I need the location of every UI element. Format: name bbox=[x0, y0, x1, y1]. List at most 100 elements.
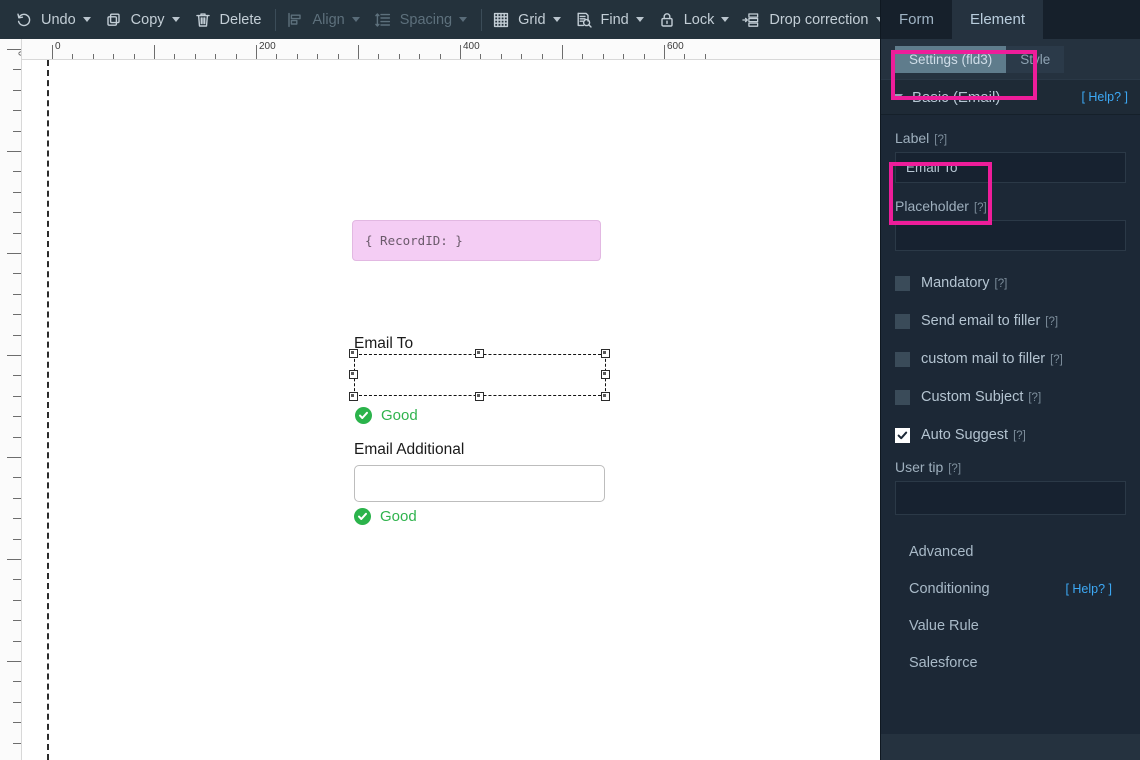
drop-correction-icon bbox=[742, 10, 762, 30]
ruler-tick bbox=[684, 54, 686, 59]
toolbar-button-find[interactable]: Find bbox=[570, 5, 653, 35]
resize-handle-nw[interactable] bbox=[349, 349, 358, 358]
ruler-tick bbox=[13, 314, 21, 316]
ruler-tick bbox=[113, 54, 115, 59]
form-canvas[interactable]: { RecordID: } Email To Good Email Additi… bbox=[22, 60, 880, 760]
toolbar-button-label: Copy bbox=[130, 11, 165, 28]
ruler-tick bbox=[541, 54, 543, 59]
grid-icon bbox=[491, 10, 511, 30]
tab-form-label: Form bbox=[899, 11, 934, 28]
checkbox-unchecked-icon[interactable] bbox=[895, 275, 910, 291]
toolbar-button-grid[interactable]: Grid bbox=[487, 5, 569, 35]
checkbox-row-custom-mail-to-filler[interactable]: custom mail to filler [?] bbox=[895, 345, 1126, 373]
ruler-tick bbox=[378, 54, 380, 59]
help-hint-icon[interactable]: [?] bbox=[1050, 354, 1063, 366]
main-toolbar: Undo Copy Delete Align Spacing Grid Find Lock Dr… bbox=[0, 0, 884, 39]
accordion-label: Advanced bbox=[909, 543, 974, 560]
tab-form[interactable]: Form bbox=[881, 0, 952, 39]
section-title: Basic (Email) bbox=[912, 88, 1001, 106]
help-link-basic[interactable]: [ Help? ] bbox=[1081, 90, 1128, 104]
ruler-tick bbox=[13, 640, 21, 642]
toolbar-button-label: Find bbox=[600, 11, 629, 28]
ruler-tick bbox=[154, 45, 155, 59]
section-basic-email[interactable]: Basic (Email) [ Help? ] bbox=[881, 79, 1140, 115]
checkbox-unchecked-icon[interactable] bbox=[895, 351, 910, 367]
checkbox-checked-icon[interactable] bbox=[895, 427, 910, 443]
ruler-tick bbox=[7, 49, 21, 50]
tab-element[interactable]: Element bbox=[952, 0, 1044, 39]
toolbar-button-delete[interactable]: Delete bbox=[189, 5, 271, 35]
ruler-tick bbox=[13, 722, 21, 724]
help-hint-icon[interactable]: [?] bbox=[974, 202, 987, 214]
checkbox-row-auto-suggest[interactable]: Auto Suggest [?] bbox=[895, 421, 1126, 449]
checkbox-group: Mandatory [?] Send email to filler [?] custo… bbox=[895, 269, 1126, 449]
accordion-value-rule[interactable]: Value Rule bbox=[895, 607, 1126, 644]
help-link-conditioning[interactable]: [ Help? ] bbox=[1065, 582, 1112, 596]
horizontal-ruler: 0 200 400 600 bbox=[22, 39, 880, 60]
user-tip-caption-text: User tip bbox=[895, 459, 944, 475]
help-hint-icon[interactable]: [?] bbox=[934, 134, 947, 146]
form-field-email-additional[interactable]: Email Additional Good bbox=[354, 440, 605, 525]
checkbox-label-text: Mandatory bbox=[921, 275, 990, 291]
toolbar-button-lock[interactable]: Lock bbox=[653, 5, 739, 35]
align-icon bbox=[285, 10, 305, 30]
resize-handle-e[interactable] bbox=[601, 370, 610, 379]
checkbox-row-mandatory[interactable]: Mandatory [?] bbox=[895, 269, 1126, 297]
ruler-tick bbox=[7, 661, 21, 662]
toolbar-button-undo[interactable]: Undo bbox=[10, 5, 100, 35]
ruler-tick bbox=[13, 89, 21, 91]
checkbox-row-send-email-to-filler[interactable]: Send email to filler [?] bbox=[895, 307, 1126, 335]
accordion-advanced[interactable]: Advanced bbox=[895, 533, 1126, 570]
help-hint-icon[interactable]: [?] bbox=[995, 278, 1008, 290]
ruler-tick bbox=[276, 54, 278, 59]
chevron-down-icon bbox=[552, 17, 561, 22]
toolbar-button-label: Grid bbox=[518, 11, 546, 28]
ruler-tick bbox=[13, 518, 21, 520]
toolbar-button-label: Spacing bbox=[399, 11, 453, 28]
ruler-tick bbox=[13, 681, 21, 683]
checkbox-unchecked-icon[interactable] bbox=[895, 313, 910, 329]
resize-handle-sw[interactable] bbox=[349, 392, 358, 401]
accordion-salesforce[interactable]: Salesforce bbox=[895, 644, 1126, 681]
field-input-email-additional[interactable] bbox=[354, 465, 605, 502]
help-hint-icon[interactable]: [?] bbox=[1045, 316, 1058, 328]
ruler-tick bbox=[602, 54, 604, 59]
ruler-tick bbox=[13, 69, 21, 71]
resize-handle-s[interactable] bbox=[475, 392, 484, 401]
subtab-settings[interactable]: Settings (fld3) bbox=[895, 45, 1007, 73]
ruler-label: 400 bbox=[463, 41, 480, 52]
resize-handle-w[interactable] bbox=[349, 370, 358, 379]
ruler-tick bbox=[13, 375, 21, 377]
subtab-style[interactable]: Style bbox=[1006, 45, 1065, 73]
checkbox-unchecked-icon[interactable] bbox=[895, 389, 910, 405]
ruler-label: 200 bbox=[259, 41, 276, 52]
user-tip-input[interactable] bbox=[895, 481, 1126, 515]
form-field-email-to[interactable]: Email To bbox=[354, 334, 413, 353]
resize-handle-se[interactable] bbox=[601, 392, 610, 401]
help-hint-icon[interactable]: [?] bbox=[1013, 430, 1026, 442]
accordion-conditioning[interactable]: Conditioning [ Help? ] bbox=[895, 570, 1126, 607]
selection-overlay-email-to[interactable] bbox=[349, 349, 610, 401]
ruler-tick bbox=[7, 253, 21, 254]
ruler-tick bbox=[439, 54, 441, 59]
vertical-ruler: 0 bbox=[0, 39, 22, 760]
copy-icon bbox=[104, 10, 124, 30]
page-boundary-guide bbox=[47, 60, 49, 760]
field-label-email-to: Email To bbox=[354, 335, 414, 352]
chevron-down-icon bbox=[171, 17, 180, 22]
ruler-tick bbox=[337, 54, 339, 59]
resize-handle-n[interactable] bbox=[475, 349, 484, 358]
ruler-tick bbox=[13, 599, 21, 601]
ruler-tick bbox=[13, 701, 21, 703]
help-hint-icon[interactable]: [?] bbox=[1028, 392, 1041, 404]
toolbar-button-copy[interactable]: Copy bbox=[100, 5, 189, 35]
resize-handle-ne[interactable] bbox=[601, 349, 610, 358]
record-id-chip[interactable]: { RecordID: } bbox=[352, 220, 601, 261]
help-hint-icon[interactable]: [?] bbox=[948, 463, 961, 475]
placeholder-input[interactable] bbox=[895, 220, 1126, 251]
checkbox-row-custom-subject[interactable]: Custom Subject [?] bbox=[895, 383, 1126, 411]
ruler-tick bbox=[317, 54, 319, 59]
ruler-tick bbox=[521, 54, 523, 59]
toolbar-button-drop-correction[interactable]: Drop correction bbox=[738, 5, 892, 35]
label-input[interactable] bbox=[895, 152, 1126, 183]
